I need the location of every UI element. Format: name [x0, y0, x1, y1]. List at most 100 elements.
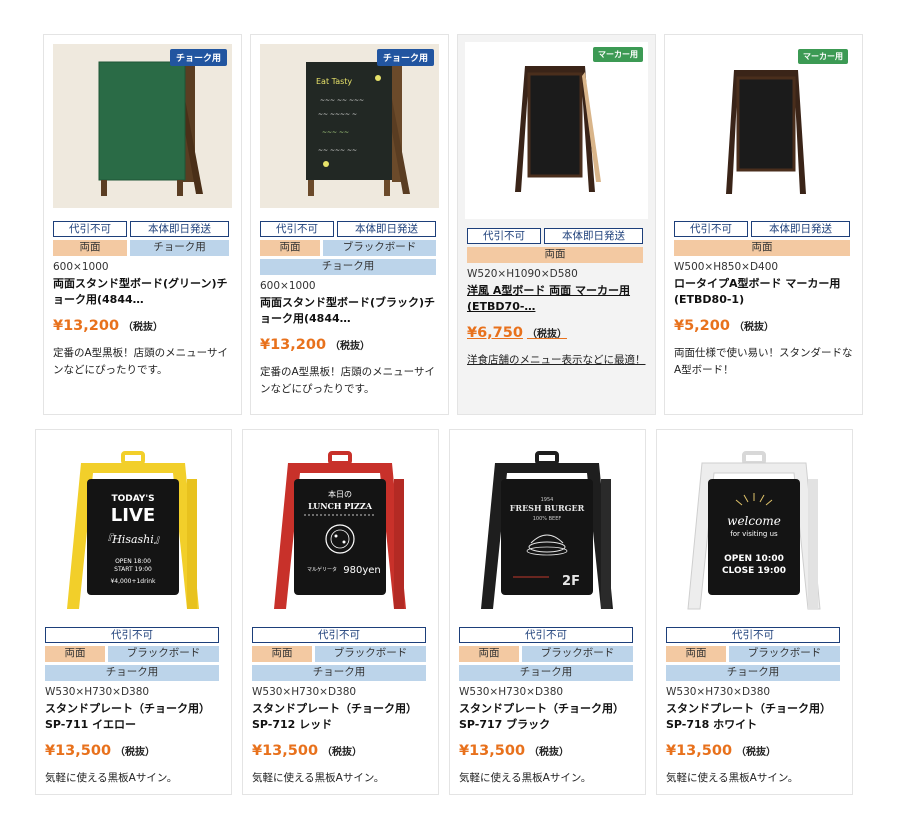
product-description: 定番のA型黒板！店頭のメニューサインなどにぴったりです。 [260, 366, 435, 395]
product-name-link[interactable]: スタンドプレート（チョーク用）SP-712 レッド [252, 701, 429, 733]
product-price: ¥13,200 （税抜） [260, 335, 439, 356]
product-name-link[interactable]: 洋風 A型ボード 両面 マーカー用(ETBD70-… [467, 283, 646, 315]
low-a-frame-board-image [726, 70, 806, 194]
product-dimensions: W530×H730×D380 [459, 686, 564, 698]
chalk-tag: チョーク用 [459, 665, 633, 681]
price-amount: ¥13,500 [666, 743, 733, 759]
product-description: 気軽に使える黒板Aサイン。 [252, 772, 385, 784]
product-image[interactable]: マーカー用 [674, 44, 853, 208]
product-dimensions: 600×1000 [260, 280, 316, 292]
chalk-tag: チョーク用 [260, 259, 436, 275]
tag-list: 代引不可 両面 ブラックボード チョーク用 [666, 627, 843, 681]
price-amount: ¥13,500 [252, 743, 319, 759]
no-cod-tag: 代引不可 [45, 627, 219, 643]
product-image[interactable]: 1954 FRESH BURGER 100% BEEF 2F [459, 439, 636, 615]
sign-line2: FRESH BURGER [510, 503, 585, 513]
product-image[interactable]: welcome for visiting us OPEN 10:00 CLOSE… [666, 439, 843, 615]
sign-line4: 2F [562, 574, 580, 589]
double-sided-tag: 両面 [252, 646, 312, 662]
svg-text:Eat Tasty: Eat Tasty [316, 77, 352, 86]
sign-line3: マルゲリータ [307, 566, 337, 573]
product-dimensions: W520×H1090×D580 [467, 268, 578, 280]
tax-note: （税抜） [529, 747, 570, 758]
product-image[interactable]: 本日の LUNCH PIZZA マルゲリータ 980yen [252, 439, 429, 615]
sign-line3: OPEN 10:00 [724, 554, 784, 564]
product-card[interactable]: TODAY'S LIVE 『Hisashi』 OPEN 18:00 START … [35, 429, 232, 795]
marker-use-badge: マーカー用 [798, 49, 848, 64]
price-amount: ¥13,200 [53, 318, 120, 334]
svg-text:~~ ~~~ ~~: ~~ ~~~ ~~ [318, 147, 357, 154]
blackboard-tag: ブラックボード [108, 646, 219, 662]
product-description: 気軽に使える黒板Aサイン。 [45, 772, 178, 784]
sign-line1: welcome [727, 514, 781, 528]
no-cod-tag: 代引不可 [260, 221, 334, 237]
product-card[interactable]: マーカー用 代引不可 本体即日発送 両面 W500×H850×D400 ロータイ… [664, 34, 863, 415]
product-description: 定番のA型黒板！店頭のメニューサインなどにぴったりです。 [53, 347, 228, 376]
product-name-link[interactable]: スタンドプレート（チョーク用）SP-718 ホワイト [666, 701, 843, 733]
price-amount: ¥13,500 [459, 743, 526, 759]
product-name-link[interactable]: ロータイプA型ボード マーカー用(ETBD80-1) [674, 276, 853, 308]
product-price: ¥5,200 （税抜） [674, 316, 853, 337]
no-cod-tag: 代引不可 [467, 228, 541, 244]
product-name-link[interactable]: 両面スタンド型ボード(ブラック)チョーク用(4844… [260, 295, 439, 327]
same-day-shipping-tag: 本体即日発送 [130, 221, 229, 237]
tag-list: 代引不可 本体即日発送 両面 チョーク用 [53, 221, 232, 256]
product-image[interactable]: チョーク用 [53, 44, 232, 208]
product-dimensions: W500×H850×D400 [674, 261, 779, 273]
price-amount: ¥6,750 [467, 325, 523, 341]
yellow-stand-plate-image: TODAY'S LIVE 『Hisashi』 OPEN 18:00 START … [67, 451, 199, 609]
double-sided-tag: 両面 [666, 646, 726, 662]
svg-text:~~ ~~~~ ~: ~~ ~~~~ ~ [318, 111, 357, 118]
sign-line3: 『Hisashi』 [101, 533, 165, 546]
sign-line4: 980yen [343, 565, 381, 576]
sign-line5: START 19:00 [114, 566, 152, 573]
same-day-shipping-tag: 本体即日発送 [544, 228, 643, 244]
chalk-tag: チョーク用 [45, 665, 219, 681]
product-price: ¥13,200 （税抜） [53, 316, 232, 337]
product-image[interactable]: マーカー用 [465, 42, 648, 219]
svg-text:~~~ ~~: ~~~ ~~ [322, 129, 349, 136]
sign-line2: for visiting us [730, 530, 778, 538]
product-dimensions: W530×H730×D380 [45, 686, 150, 698]
tax-note: （税抜） [115, 747, 156, 758]
product-card[interactable]: チョーク用 代引不可 本体即日発送 両面 チョーク用 600×1000 両面スタ… [43, 34, 242, 415]
product-price: ¥13,500 （税抜） [666, 741, 843, 762]
product-name-link[interactable]: スタンドプレート（チョーク用）SP-711 イエロー [45, 701, 222, 733]
sign-line6: ¥4,000+1drink [110, 578, 156, 585]
tax-note: （税抜） [123, 322, 164, 333]
double-sided-tag: 両面 [674, 240, 850, 256]
product-image[interactable]: TODAY'S LIVE 『Hisashi』 OPEN 18:00 START … [45, 439, 222, 615]
no-cod-tag: 代引不可 [252, 627, 426, 643]
product-image[interactable]: Eat Tasty ~~~ ~~ ~~~ ~~ ~~~~ ~ ~~~ ~~ ~~… [260, 44, 439, 208]
product-name-link[interactable]: スタンドプレート（チョーク用）SP-717 ブラック [459, 701, 636, 733]
sign-line2: LUNCH PIZZA [308, 501, 373, 511]
product-card[interactable]: welcome for visiting us OPEN 10:00 CLOSE… [656, 429, 853, 795]
svg-text:~~~ ~~ ~~~: ~~~ ~~ ~~~ [320, 97, 364, 104]
black-chalkboard-stand-image: Eat Tasty ~~~ ~~ ~~~ ~~ ~~~~ ~ ~~~ ~~ ~~… [306, 62, 410, 196]
sign-line2: LIVE [111, 505, 155, 526]
sign-line4: OPEN 18:00 [115, 558, 151, 565]
product-price: ¥13,500 （税抜） [45, 741, 222, 762]
product-dimensions: 600×1000 [53, 261, 109, 273]
double-sided-tag: 両面 [459, 646, 519, 662]
blackboard-tag: ブラックボード [729, 646, 840, 662]
blackboard-tag: ブラックボード [315, 646, 426, 662]
product-card[interactable]: Eat Tasty ~~~ ~~ ~~~ ~~ ~~~~ ~ ~~~ ~~ ~~… [250, 34, 449, 415]
product-card[interactable]: マーカー用 代引不可 本体即日発送 両面 W520×H1090×D580 洋風 … [457, 34, 656, 415]
same-day-shipping-tag: 本体即日発送 [751, 221, 850, 237]
sign-line4: CLOSE 19:00 [722, 566, 786, 576]
marker-use-badge: マーカー用 [593, 47, 643, 62]
no-cod-tag: 代引不可 [674, 221, 748, 237]
product-card[interactable]: 1954 FRESH BURGER 100% BEEF 2F 代引不可 両面 ブ… [449, 429, 646, 795]
tax-note: （税抜） [322, 747, 363, 758]
blackboard-tag: ブラックボード [522, 646, 633, 662]
tax-note: （税抜） [733, 322, 774, 333]
product-card[interactable]: 本日の LUNCH PIZZA マルゲリータ 980yen 代引不可 両面 ブラ… [242, 429, 439, 795]
chalk-tag: チョーク用 [666, 665, 840, 681]
chalk-use-badge: チョーク用 [169, 49, 227, 66]
product-dimensions: W530×H730×D380 [666, 686, 771, 698]
western-a-frame-board-image [515, 66, 601, 192]
no-cod-tag: 代引不可 [459, 627, 633, 643]
product-name-link[interactable]: 両面スタンド型ボード(グリーン)チョーク用(4844… [53, 276, 232, 308]
product-description: 気軽に使える黒板Aサイン。 [666, 772, 799, 784]
